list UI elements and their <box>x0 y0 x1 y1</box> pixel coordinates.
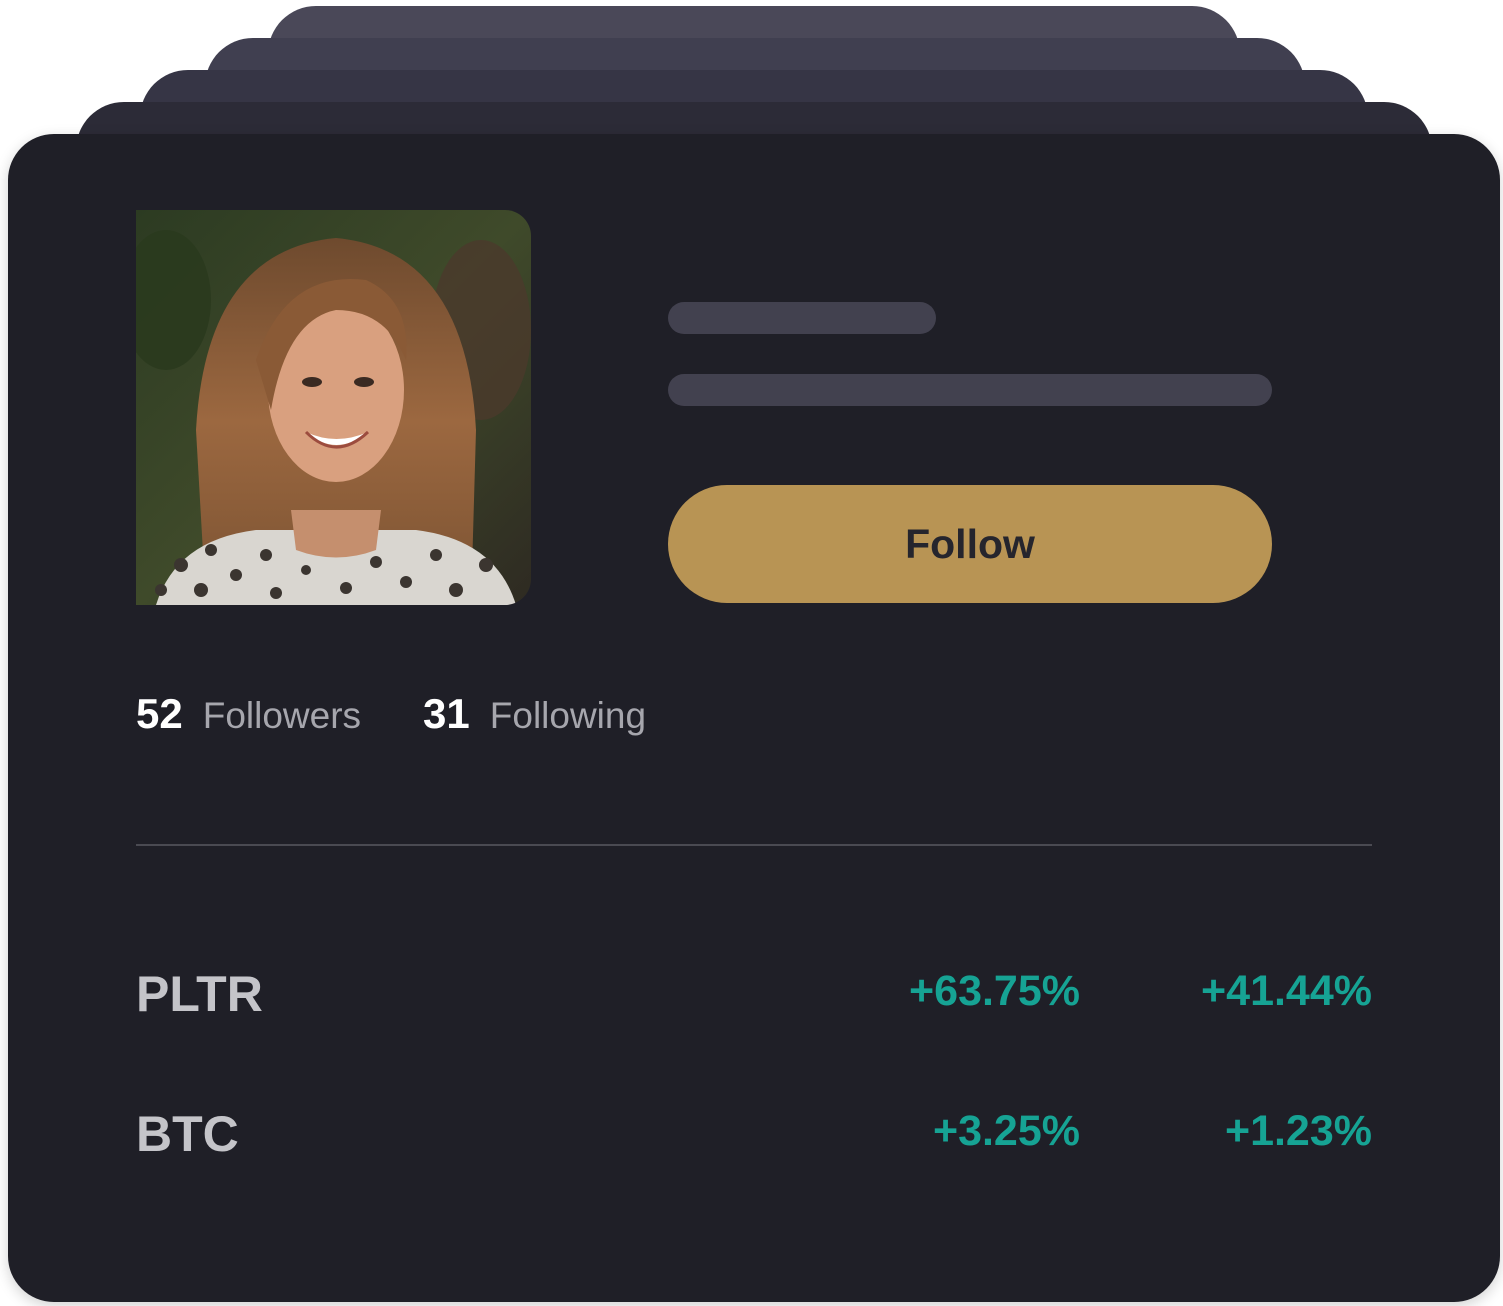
bio-placeholder <box>668 374 1272 406</box>
change-secondary: +41.44% <box>1201 967 1372 1015</box>
ticker-symbol: PLTR <box>136 966 263 1022</box>
followers-count: 52 <box>136 690 183 737</box>
following-label: Following <box>489 695 647 736</box>
profile-photo-icon <box>136 210 531 605</box>
follow-button[interactable]: Follow <box>668 485 1272 603</box>
ticker-symbol: BTC <box>136 1106 239 1162</box>
holding-row[interactable]: BTC +3.25% +1.23% <box>136 1099 1372 1169</box>
avatar[interactable] <box>136 210 531 605</box>
follow-stats: 52 Followers 31 Following <box>136 690 646 750</box>
followers-label: Followers <box>202 695 362 736</box>
divider <box>136 844 1372 846</box>
change-secondary: +1.23% <box>1224 1107 1372 1155</box>
profile-card: Follow 52 Followers 31 Following PLTR +6… <box>8 134 1500 1302</box>
change-primary: +3.25% <box>932 1107 1080 1155</box>
name-placeholder <box>668 302 936 334</box>
following-count: 31 <box>423 690 470 737</box>
following-stat[interactable]: 31 Following <box>423 690 646 738</box>
holding-row[interactable]: PLTR +63.75% +41.44% <box>136 959 1372 1029</box>
change-primary: +63.75% <box>909 967 1080 1015</box>
followers-stat[interactable]: 52 Followers <box>136 690 361 738</box>
